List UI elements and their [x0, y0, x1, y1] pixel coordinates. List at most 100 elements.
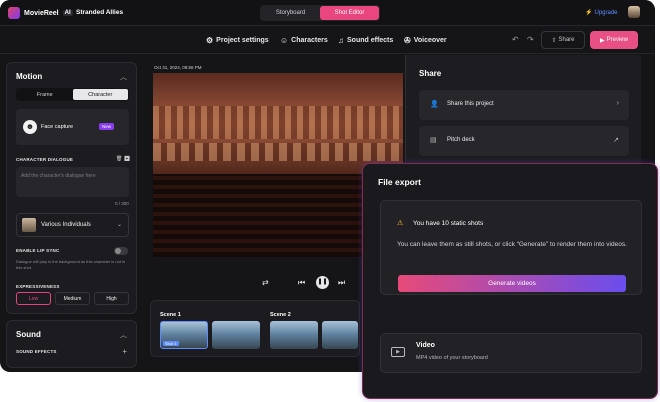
shot-tag: Shot 1 — [163, 341, 179, 346]
theater-balcony-lower — [153, 142, 403, 162]
add-user-icon: 👤 — [430, 101, 439, 108]
project-name[interactable]: Stranded Allies — [76, 9, 123, 16]
video-option-subtitle: MP4 video of your storyboard — [416, 355, 488, 361]
expressiveness-high[interactable]: High — [94, 292, 129, 305]
lip-sync-toggle[interactable] — [114, 247, 128, 255]
pitch-deck-label: Pitch deck — [447, 137, 475, 143]
logo[interactable]: MovieReel AI — [8, 6, 73, 20]
voiceover-button[interactable]: ✇ Voiceover — [404, 36, 447, 45]
upgrade-button[interactable]: ⚡ Upgrade — [585, 9, 618, 17]
character-counter: 0 / 300 — [115, 201, 129, 206]
skip-back-icon[interactable]: ⏮ — [298, 278, 305, 288]
music-note-icon: ♫ — [338, 36, 344, 45]
microphone-icon: ✇ — [404, 36, 411, 45]
shot-thumbnail[interactable] — [212, 321, 260, 349]
share-project-label: Share this project — [447, 101, 494, 107]
person-icon: ☺ — [280, 36, 289, 45]
upgrade-label: Upgrade — [594, 9, 618, 16]
file-export-title: File export — [378, 177, 421, 187]
characters-label: Characters — [291, 37, 328, 44]
static-shots-title: You have 10 static shots — [413, 220, 484, 227]
pause-icon[interactable]: ❚❚ — [316, 276, 329, 289]
expressiveness-options: Low Medium High — [16, 292, 129, 305]
undo-icon[interactable]: ↶ — [512, 35, 519, 44]
dialogue-actions: 🗑 ▶ — [116, 156, 130, 162]
shuffle-icon[interactable]: ⇄ — [262, 278, 269, 287]
dialogue-label: CHARACTER DIALOGUE — [16, 157, 74, 162]
generate-videos-button[interactable]: Generate videos — [398, 275, 626, 292]
share-button[interactable]: ⇧ Share — [541, 31, 585, 49]
logo-mark-icon — [8, 7, 20, 19]
dialogue-input[interactable]: Add the character's dialogue here — [16, 167, 129, 197]
project-settings-button[interactable]: ⚙ Project settings — [206, 36, 269, 45]
sound-effects-button[interactable]: ♫ Sound effects — [338, 36, 393, 45]
app-name: MovieReel — [24, 9, 59, 17]
redo-icon[interactable]: ↷ — [527, 35, 534, 44]
shot-thumbnail[interactable] — [322, 321, 358, 349]
face-capture-icon: ☻ — [23, 120, 37, 134]
scene-strip: Scene 1 Scene 2 Shot 1 — [150, 300, 360, 357]
storyboard-tab[interactable]: Storyboard — [261, 6, 320, 20]
file-export-dialog: File export ⚠ You have 10 static shots Y… — [362, 163, 658, 399]
playback-controls: ⇄ ⏮ ❚❚ ⏭ — [258, 276, 358, 290]
upload-icon: ⇧ — [551, 37, 557, 44]
preview-label: Preview — [606, 37, 628, 43]
static-shots-description: You can leave them as still shots, or cl… — [397, 241, 627, 248]
video-icon: ▶ — [391, 347, 405, 357]
character-name: Various Individuals — [41, 222, 91, 228]
skip-forward-icon[interactable]: ⏭ — [338, 278, 345, 288]
sound-panel: Sound ︿ SOUND EFFECTS + — [6, 320, 137, 368]
lip-sync-note: Dialogue will play in the background as … — [16, 259, 126, 270]
sound-effects-label: Sound effects — [347, 37, 394, 44]
character-thumbnail — [22, 218, 36, 232]
tab-frame[interactable]: Frame — [17, 89, 73, 100]
lightning-icon: ⚡ — [585, 10, 593, 16]
preview-button[interactable]: ▶ Preview — [590, 31, 638, 49]
avatar[interactable] — [628, 6, 640, 18]
chevron-right-icon: › — [616, 100, 619, 107]
face-capture-card[interactable]: ☻ Face capture New — [16, 109, 129, 145]
shot-timestamp: Oct 31, 2024, 09:56 PM — [154, 65, 202, 70]
ai-badge: AI — [62, 10, 73, 16]
video-option-title: Video — [416, 342, 435, 349]
chevron-up-icon[interactable]: ︿ — [120, 72, 127, 82]
external-link-icon: ↗ — [613, 137, 619, 144]
share-project-row[interactable]: 👤 Share this project › — [419, 90, 629, 120]
play-icon[interactable]: ▶ — [124, 156, 130, 162]
share-title: Share — [419, 69, 442, 78]
shot-thumbnail[interactable]: Shot 1 — [160, 321, 208, 349]
deck-icon: ▤ — [430, 137, 437, 144]
character-select[interactable]: Various Individuals ⌄ — [16, 213, 129, 237]
video-export-option[interactable]: ▶ Video MP4 video of your storyboard — [380, 333, 642, 373]
expressiveness-low[interactable]: Low — [16, 292, 51, 305]
lip-sync-label: ENABLE LIP SYNC — [16, 248, 60, 253]
project-settings-label: Project settings — [216, 37, 269, 44]
gear-icon: ⚙ — [206, 36, 214, 45]
sound-effects-label: SOUND EFFECTS — [16, 349, 57, 354]
mode-switch: Storyboard Shot Editor — [260, 5, 380, 21]
warning-icon: ⚠ — [397, 220, 404, 227]
pitch-deck-row[interactable]: ▤ Pitch deck ↗ — [419, 126, 629, 156]
play-icon: ▶ — [600, 37, 605, 44]
scene-1-label: Scene 1 — [160, 312, 181, 318]
share-label: Share — [558, 37, 575, 43]
theater-balcony — [153, 106, 403, 140]
motion-tabs: Frame Character — [16, 88, 129, 101]
motion-panel: Motion ︿ Frame Character ☻ Face capture … — [6, 62, 137, 314]
share-panel: Share 👤 Share this project › ▤ Pitch dec… — [405, 55, 641, 170]
plus-icon[interactable]: + — [122, 347, 127, 356]
shot-thumbnail[interactable] — [270, 321, 318, 349]
shot-editor-tab[interactable]: Shot Editor — [320, 6, 379, 20]
chevron-up-icon[interactable]: ︿ — [120, 330, 127, 340]
trash-icon[interactable]: 🗑 — [116, 156, 122, 162]
top-bar: MovieReel AI Stranded Allies Storyboard … — [0, 0, 655, 26]
tab-character[interactable]: Character — [72, 89, 128, 100]
sound-title: Sound — [16, 330, 41, 339]
expressiveness-label: EXPRESSIVENESS — [16, 284, 60, 289]
scene-2-label: Scene 2 — [270, 312, 291, 318]
static-shots-card: ⚠ You have 10 static shots You can leave… — [380, 200, 642, 295]
characters-button[interactable]: ☺ Characters — [280, 36, 328, 45]
new-badge: New — [99, 123, 115, 130]
expressiveness-medium[interactable]: Medium — [55, 292, 90, 305]
face-capture-label: Face capture — [41, 124, 74, 130]
